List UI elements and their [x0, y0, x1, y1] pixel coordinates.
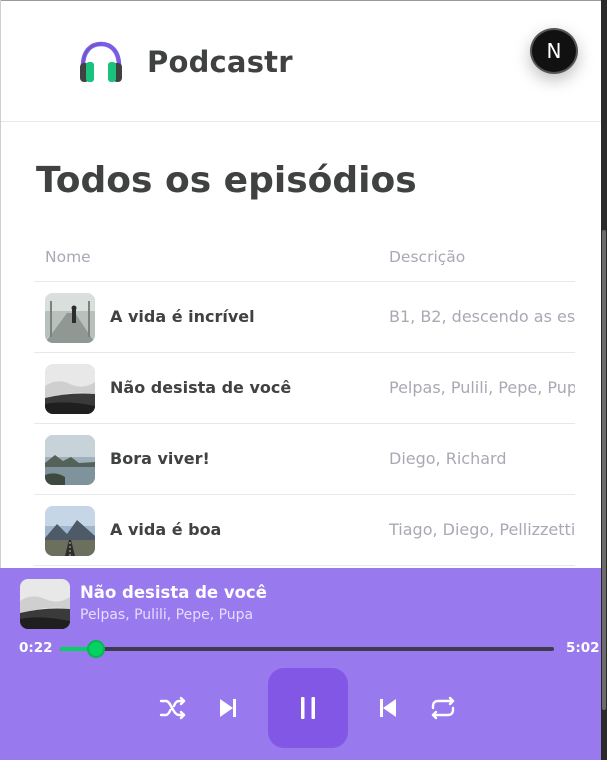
app-title: Podcastr — [147, 45, 293, 79]
repeat-icon — [429, 696, 457, 720]
next-button[interactable] — [214, 694, 242, 722]
top-header: Podcastr N — [1, 1, 601, 122]
current-time: 0:22 — [19, 640, 53, 656]
episode-thumbnail — [45, 293, 95, 343]
table-row[interactable]: Bora viver! Diego, Richard — [34, 424, 575, 495]
repeat-button[interactable] — [427, 694, 459, 722]
progress-handle[interactable] — [87, 640, 106, 658]
now-playing-members: Pelpas, Pulili, Pepe, Pupa — [80, 607, 254, 623]
episode-members: B1, B2, descendo as escadas — [389, 307, 575, 326]
next-icon — [217, 697, 239, 719]
now-playing-thumbnail — [20, 579, 70, 629]
episode-title: Bora viver! — [110, 449, 210, 468]
scrollbar[interactable] — [601, 0, 607, 760]
episode-title: A vida é incrível — [110, 307, 255, 326]
avatar[interactable]: N — [530, 28, 578, 74]
previous-icon — [377, 697, 399, 719]
table-header-row: Nome Descrição — [34, 236, 575, 282]
episode-members: Diego, Richard — [389, 449, 507, 468]
pause-icon — [299, 696, 317, 720]
scrollbar-thumb[interactable] — [602, 230, 606, 710]
play-pause-button[interactable] — [268, 668, 348, 748]
episode-title: A vida é boa — [110, 520, 222, 539]
table-row[interactable]: A vida é incrível B1, B2, descendo as es… — [34, 282, 575, 353]
episode-thumbnail — [45, 435, 95, 485]
shuffle-button[interactable] — [157, 694, 189, 722]
table-row[interactable]: Não desista de você Pelpas, Pulili, Pepe… — [34, 353, 575, 424]
column-header-name: Nome — [45, 248, 91, 266]
table-row[interactable]: A vida é boa Tiago, Diego, Pellizzetti — [34, 495, 575, 566]
episode-title: Não desista de você — [110, 378, 292, 397]
previous-button[interactable] — [374, 694, 402, 722]
episodes-table: Nome Descrição A vida é incrível B1, B2,… — [34, 236, 575, 566]
episode-members: Tiago, Diego, Pellizzetti — [389, 520, 575, 539]
headphones-icon — [77, 38, 125, 86]
player-bar: Não desista de você Pelpas, Pulili, Pepe… — [0, 568, 601, 760]
now-playing-title: Não desista de você — [80, 583, 267, 602]
page-title: Todos os episódios — [36, 160, 417, 201]
progress-slider[interactable] — [60, 640, 554, 658]
episode-members: Pelpas, Pulili, Pepe, Pupa — [389, 378, 575, 397]
shuffle-icon — [159, 696, 187, 720]
duration-time: 5:02 — [566, 640, 600, 656]
column-header-description: Descrição — [389, 248, 466, 266]
episode-thumbnail — [45, 364, 95, 414]
episode-thumbnail — [45, 506, 95, 556]
